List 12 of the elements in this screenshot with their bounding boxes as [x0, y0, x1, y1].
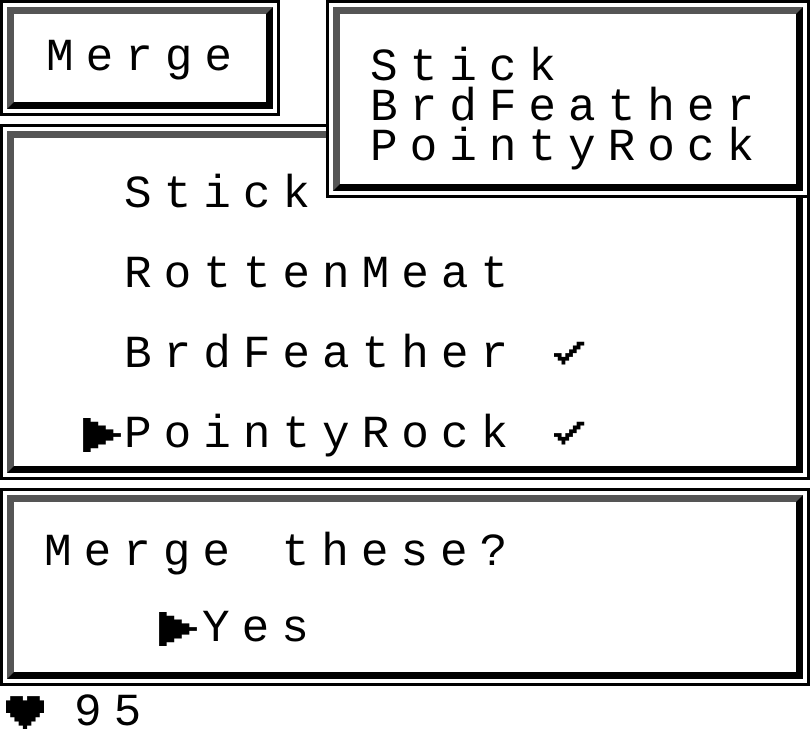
picked-item: BrdFeather — [370, 88, 768, 128]
item-label[interactable]: RottenMeat — [124, 249, 520, 301]
item-label[interactable]: Stick — [124, 169, 322, 221]
hp-value: 95 — [74, 690, 154, 729]
option-label[interactable]: Yes — [202, 606, 321, 652]
item-label[interactable]: BrdFeather — [124, 329, 520, 381]
item-label[interactable]: PointyRock — [124, 409, 520, 461]
picked-item: PointyRock — [370, 128, 768, 168]
heart-icon — [6, 696, 44, 729]
picked-item: Stick — [370, 48, 568, 88]
prompt-text: Merge these? — [44, 530, 520, 576]
mode-label: Merge — [46, 35, 244, 81]
